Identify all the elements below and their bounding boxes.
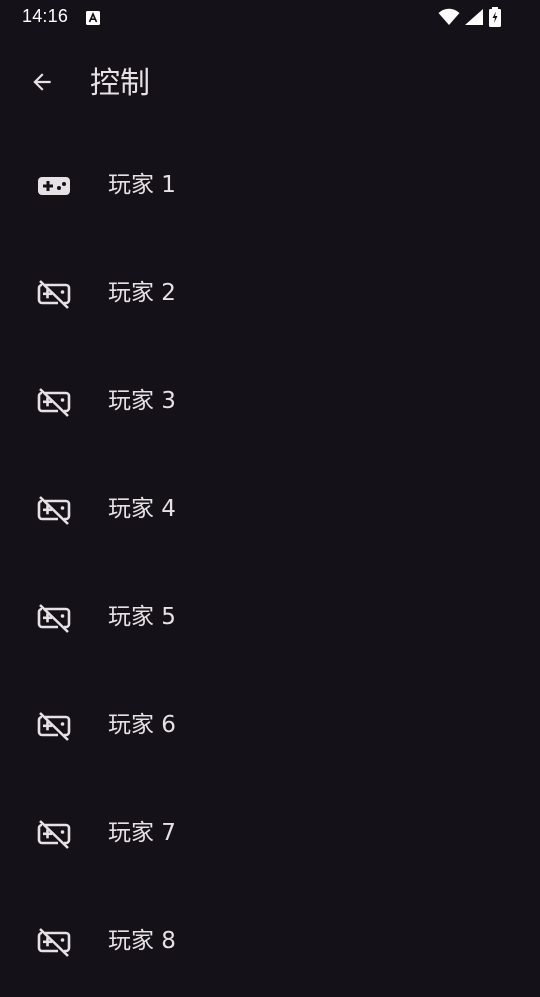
page-title: 控制 [90,66,150,101]
player-item-7[interactable]: 玩家 7 [0,781,540,889]
gamepad-off-icon [37,279,71,309]
player-item-5[interactable]: 玩家 5 [0,565,540,673]
player-item-2[interactable]: 玩家 2 [0,241,540,349]
gamepad-icon [37,171,71,201]
gamepad-off-icon [37,603,71,633]
player-item-3[interactable]: 玩家 3 [0,349,540,457]
player-label: 玩家 7 [108,820,176,846]
player-item-6[interactable]: 玩家 6 [0,673,540,781]
gamepad-off-icon [37,711,71,741]
player-label: 玩家 3 [108,388,176,414]
player-label: 玩家 2 [108,280,176,306]
gamepad-off-icon [37,819,71,849]
player-item-8[interactable]: 玩家 8 [0,889,540,997]
status-icons [438,7,502,27]
player-label: 玩家 4 [108,496,176,522]
player-label: 玩家 6 [108,712,176,738]
gamepad-off-icon [37,927,71,957]
player-label: 玩家 5 [108,604,176,630]
keyboard-a-icon [86,10,100,25]
gamepad-off-icon [37,495,71,525]
status-time: 14:16 [22,6,69,26]
status-bar: 14:16 [0,0,540,34]
wifi-icon [438,8,460,26]
player-label: 玩家 8 [108,928,176,954]
battery-charging-icon [488,7,502,27]
arrow-back-icon [29,69,55,99]
back-button[interactable] [18,60,66,108]
player-label: 玩家 1 [108,172,176,198]
player-item-1[interactable]: 玩家 1 [0,133,540,241]
player-item-4[interactable]: 玩家 4 [0,457,540,565]
player-list: 玩家 1 玩家 2 玩家 3 玩家 4 玩家 5 玩家 6 玩家 7 玩家 8 [0,133,540,997]
gamepad-off-icon [37,387,71,417]
app-bar: 控制 [0,52,540,116]
cell-signal-icon [464,8,484,26]
